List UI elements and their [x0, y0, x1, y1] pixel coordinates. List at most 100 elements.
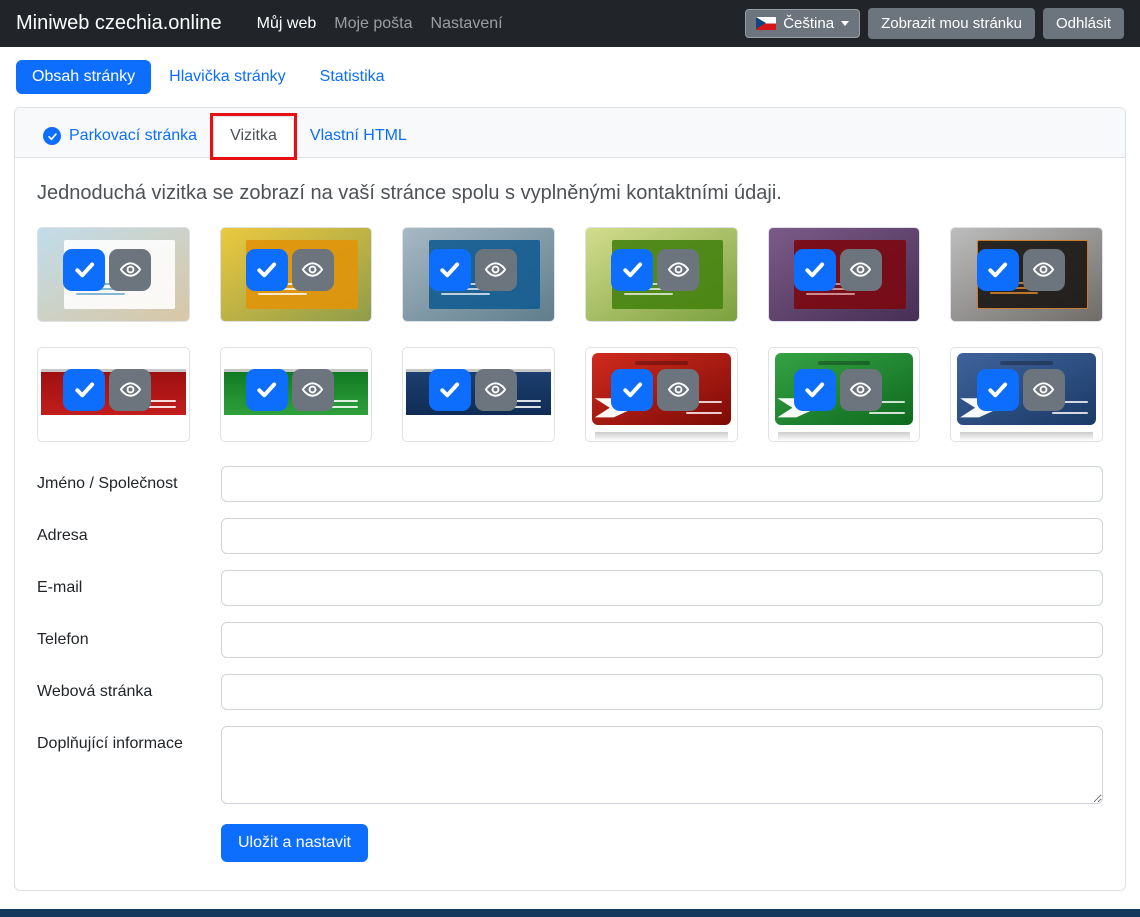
preview-template-button[interactable]: [292, 249, 334, 291]
template-thumb-meadow-green-card: [585, 227, 738, 322]
address-label: Adresa: [37, 527, 221, 545]
name-company-field[interactable]: [221, 466, 1103, 502]
template-actions: [429, 249, 517, 291]
template-grid: [37, 227, 1103, 442]
tab-statistika[interactable]: Statistika: [304, 60, 401, 94]
preview-template-button[interactable]: [657, 369, 699, 411]
template-actions: [63, 249, 151, 291]
select-template-button[interactable]: [246, 249, 288, 291]
template-actions: [794, 249, 882, 291]
template-actions: [977, 249, 1065, 291]
website-field[interactable]: [221, 674, 1103, 710]
language-dropdown[interactable]: Čeština: [745, 9, 860, 38]
eye-icon: [1032, 258, 1055, 281]
preview-template-button[interactable]: [1023, 249, 1065, 291]
template-thumb-green-arrow-card: [768, 347, 921, 442]
tab-obsah-stranky[interactable]: Obsah stránky: [16, 60, 151, 94]
logout-button[interactable]: Odhlásit: [1043, 8, 1124, 39]
eye-icon: [484, 258, 507, 281]
card-reflection: [595, 432, 728, 441]
view-site-button[interactable]: Zobrazit mou stránku: [868, 8, 1035, 39]
template-thumb-tulips-orange-card: [220, 227, 373, 322]
form-row: Adresa: [37, 518, 1103, 554]
save-button[interactable]: Uložit a nastavit: [221, 824, 368, 862]
preview-template-button[interactable]: [292, 369, 334, 411]
vizitka-panel: Jednoduchá vizitka se zobrazí na vaší st…: [15, 158, 1125, 890]
content-card: Parkovací stránka Vizitka Vlastní HTML J…: [14, 107, 1126, 891]
check-icon: [256, 259, 277, 280]
select-template-button[interactable]: [63, 369, 105, 411]
template-thumb-beach-white-card: [37, 227, 190, 322]
brand[interactable]: Miniweb czechia.online: [16, 12, 222, 35]
top-navbar: Miniweb czechia.online Můj web Moje pošt…: [0, 0, 1140, 47]
address-field[interactable]: [221, 518, 1103, 554]
tab-hlavicka-stranky[interactable]: Hlavička stránky: [153, 60, 301, 94]
check-icon: [987, 259, 1008, 280]
check-circle-icon: [43, 127, 61, 145]
subtab-parkovaci-stranka[interactable]: Parkovací stránka: [27, 117, 213, 157]
czech-flag-icon: [756, 17, 776, 30]
select-template-button[interactable]: [794, 249, 836, 291]
eye-icon: [1032, 378, 1055, 401]
check-icon: [256, 379, 277, 400]
template-actions: [611, 249, 699, 291]
preview-template-button[interactable]: [840, 249, 882, 291]
name-company-label: Jméno / Společnost: [37, 475, 221, 493]
additional-info-label: Doplňující informace: [37, 726, 221, 753]
template-thumb-blue-arrow-card: [950, 347, 1103, 442]
subtab-vlastni-html[interactable]: Vlastní HTML: [294, 117, 423, 157]
phone-field[interactable]: [221, 622, 1103, 658]
select-template-button[interactable]: [429, 369, 471, 411]
template-thumb-red-arrow-card: [585, 347, 738, 442]
eye-icon: [119, 258, 142, 281]
page-spacer: [0, 891, 1140, 900]
form-row: Jméno / Společnost: [37, 466, 1103, 502]
navbar-right-group: Čeština Zobrazit mou stránku Odhlásit: [745, 8, 1124, 39]
template-thumb-green-stripe: [220, 347, 373, 442]
nav-item-muj-web[interactable]: Můj web: [248, 7, 326, 41]
form-row: Doplňující informace: [37, 726, 1103, 804]
template-actions: [611, 369, 699, 411]
additional-info-field[interactable]: [221, 726, 1103, 804]
preview-template-button[interactable]: [840, 369, 882, 411]
card-reflection: [778, 432, 911, 441]
navbar-menu: Můj web Moje pošta Nastavení: [248, 7, 512, 41]
card-reflection: [960, 432, 1093, 441]
preview-template-button[interactable]: [109, 249, 151, 291]
eye-icon: [667, 258, 690, 281]
preview-template-button[interactable]: [475, 369, 517, 411]
eye-icon: [484, 378, 507, 401]
check-icon: [74, 379, 95, 400]
preview-template-button[interactable]: [475, 249, 517, 291]
preview-template-button[interactable]: [109, 369, 151, 411]
vizitka-form: Jméno / Společnost Adresa E-mail Telefon…: [37, 466, 1103, 862]
email-field[interactable]: [221, 570, 1103, 606]
template-thumb-mountains-blue-card: [402, 227, 555, 322]
check-icon: [439, 259, 460, 280]
select-template-button[interactable]: [611, 369, 653, 411]
template-actions: [246, 369, 334, 411]
check-icon: [987, 379, 1008, 400]
subtab-vizitka[interactable]: Vizitka: [213, 116, 294, 158]
preview-template-button[interactable]: [657, 249, 699, 291]
subtab-bar: Parkovací stránka Vizitka Vlastní HTML: [15, 108, 1125, 158]
nav-item-moje-posta[interactable]: Moje pošta: [325, 7, 421, 41]
select-template-button[interactable]: [794, 369, 836, 411]
select-template-button[interactable]: [429, 249, 471, 291]
eye-icon: [301, 258, 324, 281]
select-template-button[interactable]: [63, 249, 105, 291]
template-thumb-night-city-red-card: [768, 227, 921, 322]
form-row: E-mail: [37, 570, 1103, 606]
select-template-button[interactable]: [977, 249, 1019, 291]
preview-template-button[interactable]: [1023, 369, 1065, 411]
subtab-label: Vizitka: [230, 127, 277, 145]
template-actions: [63, 369, 151, 411]
intro-text: Jednoduchá vizitka se zobrazí na vaší st…: [37, 182, 1103, 205]
select-template-button[interactable]: [977, 369, 1019, 411]
nav-item-nastaveni[interactable]: Nastavení: [422, 7, 512, 41]
template-thumb-desk-black-card: [950, 227, 1103, 322]
select-template-button[interactable]: [611, 249, 653, 291]
select-template-button[interactable]: [246, 369, 288, 411]
check-icon: [622, 259, 643, 280]
main-tabs: Obsah stránky Hlavička stránky Statistik…: [0, 47, 1140, 107]
